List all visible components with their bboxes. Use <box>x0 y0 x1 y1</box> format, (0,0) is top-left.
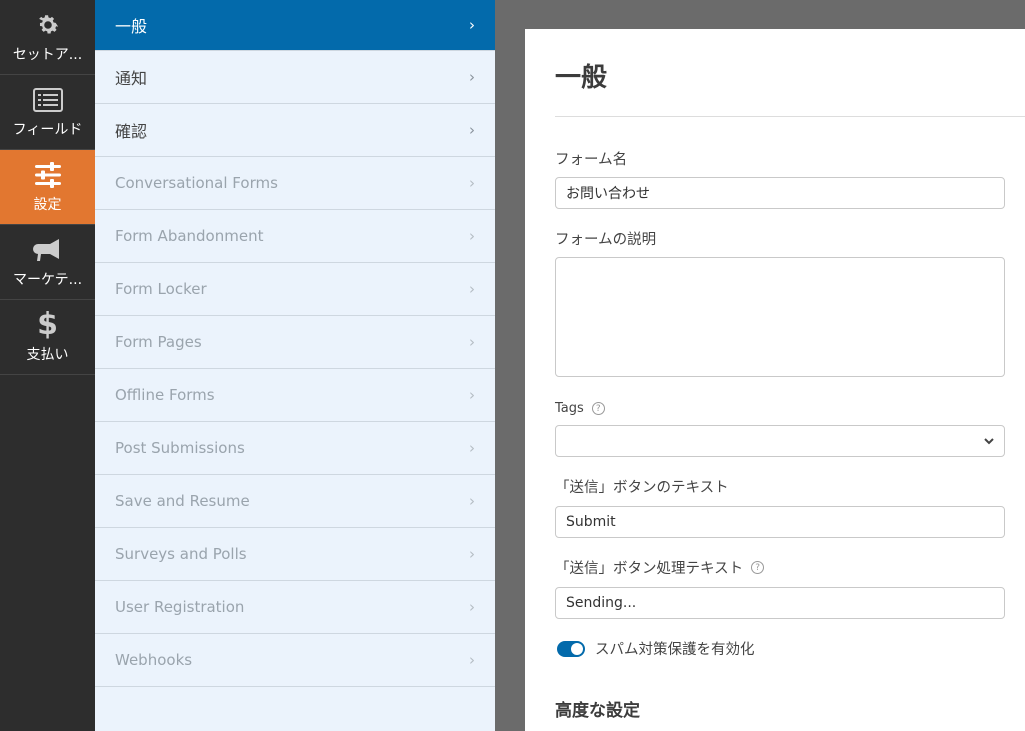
section-item-user-registration[interactable]: User Registration › <box>95 581 495 634</box>
rail-item-settings[interactable]: 設定 <box>0 150 95 225</box>
chevron-right-icon: › <box>469 651 475 669</box>
rail-item-label: 支払い <box>26 347 69 363</box>
tags-select[interactable] <box>555 425 1005 457</box>
chevron-right-icon: › <box>469 174 475 192</box>
chevron-right-icon: › <box>469 545 475 563</box>
rail-item-label: セットア... <box>12 47 83 63</box>
section-item-label: Offline Forms <box>115 386 215 404</box>
section-item-notifications[interactable]: 通知 › <box>95 51 495 104</box>
section-item-label: User Registration <box>115 598 245 616</box>
panel-title: 一般 <box>555 29 1025 117</box>
section-item-save-and-resume[interactable]: Save and Resume › <box>95 475 495 528</box>
section-item-form-abandonment[interactable]: Form Abandonment › <box>95 210 495 263</box>
section-item-label: Conversational Forms <box>115 174 278 192</box>
rail-item-payments[interactable]: $ 支払い <box>0 300 95 375</box>
spam-toggle-row: スパム対策保護を有効化 <box>555 638 1025 659</box>
sliders-icon <box>33 160 63 190</box>
section-item-offline-forms[interactable]: Offline Forms › <box>95 369 495 422</box>
chevron-right-icon: › <box>469 386 475 404</box>
section-item-label: Form Abandonment <box>115 227 264 245</box>
help-icon[interactable]: ? <box>751 561 765 574</box>
chevron-right-icon: › <box>469 280 475 298</box>
section-item-label: 確認 <box>115 122 148 141</box>
section-item-post-submissions[interactable]: Post Submissions › <box>95 422 495 475</box>
form-name-label: フォーム名 <box>555 152 628 168</box>
rail-item-marketing[interactable]: マーケテ... <box>0 225 95 300</box>
gear-icon <box>33 10 63 40</box>
section-item-label: Save and Resume <box>115 492 250 510</box>
submit-text-label: 「送信」ボタンのテキスト <box>555 480 729 496</box>
section-item-conversational-forms[interactable]: Conversational Forms › <box>95 157 495 210</box>
chevron-right-icon: › <box>469 598 475 616</box>
builder-sidebar: セットア... フィールド 設定 マーケテ... $ 支払い <box>0 0 95 731</box>
spam-protection-toggle[interactable] <box>557 640 585 657</box>
chevron-right-icon: › <box>469 333 475 351</box>
section-item-label: Surveys and Polls <box>115 545 247 563</box>
spam-toggle-label: スパム対策保護を有効化 <box>595 642 755 658</box>
chevron-right-icon: › <box>469 492 475 510</box>
tags-label-row: Tags ? <box>555 401 1025 416</box>
rail-item-setup[interactable]: セットア... <box>0 0 95 75</box>
chevron-right-icon: › <box>469 439 475 457</box>
rail-item-label: 設定 <box>33 197 62 213</box>
rail-item-fields[interactable]: フィールド <box>0 75 95 150</box>
chevron-right-icon: › <box>469 227 475 245</box>
section-item-label: 一般 <box>115 17 148 36</box>
submit-processing-input[interactable]: Sending... <box>555 587 1005 619</box>
chevron-right-icon: › <box>469 16 475 34</box>
section-item-surveys-and-polls[interactable]: Surveys and Polls › <box>95 528 495 581</box>
dollar-icon: $ <box>37 307 58 342</box>
form-description-textarea[interactable] <box>555 257 1005 377</box>
help-icon[interactable]: ? <box>591 402 605 415</box>
section-item-webhooks[interactable]: Webhooks › <box>95 634 495 687</box>
chevron-right-icon: › <box>469 121 475 139</box>
section-item-general[interactable]: 一般 › <box>95 0 495 51</box>
submit-processing-label-row: 「送信」ボタン処理テキスト ? <box>555 557 1025 578</box>
rail-item-label: フィールド <box>12 122 83 138</box>
tags-label: Tags <box>555 401 584 416</box>
rail-item-label: マーケテ... <box>12 272 83 288</box>
megaphone-icon <box>32 235 63 265</box>
section-item-label: Post Submissions <box>115 439 245 457</box>
section-item-label: Form Pages <box>115 333 202 351</box>
settings-section-list: 一般 › 通知 › 確認 › Conversational Forms › Fo… <box>95 0 495 731</box>
section-item-confirmations[interactable]: 確認 › <box>95 104 495 157</box>
chevron-down-icon <box>984 438 994 445</box>
submit-text-input[interactable]: Submit <box>555 506 1005 538</box>
submit-processing-label: 「送信」ボタン処理テキスト <box>555 561 744 577</box>
toggle-knob <box>571 642 583 655</box>
chevron-right-icon: › <box>469 68 475 86</box>
general-settings-panel: 一般 フォーム名 お問い合わせ フォームの説明 Tags ? 「送信」ボタンのテ… <box>525 29 1025 731</box>
section-item-label: 通知 <box>115 69 148 88</box>
section-item-label: Form Locker <box>115 280 207 298</box>
form-name-input[interactable]: お問い合わせ <box>555 177 1005 209</box>
advanced-settings-title: 高度な設定 <box>555 701 640 721</box>
list-icon <box>32 85 63 115</box>
section-item-form-pages[interactable]: Form Pages › <box>95 316 495 369</box>
section-item-form-locker[interactable]: Form Locker › <box>95 263 495 316</box>
section-item-label: Webhooks <box>115 651 193 669</box>
form-description-label: フォームの説明 <box>555 232 657 248</box>
